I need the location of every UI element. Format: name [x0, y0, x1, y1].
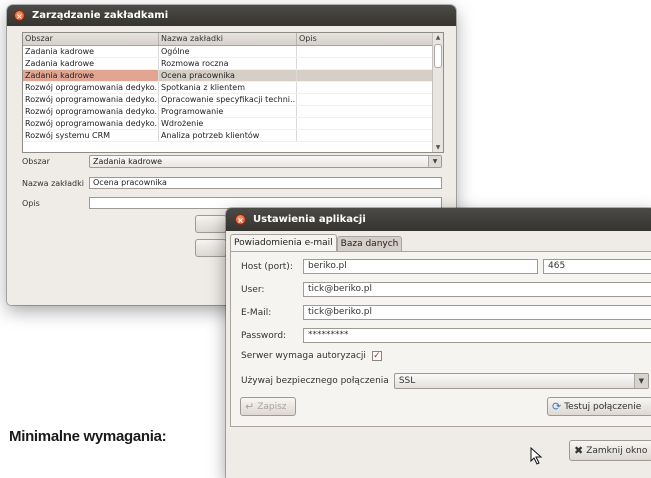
area-select[interactable]: Zadania kadrowe ▼ [89, 155, 442, 168]
cell-description [297, 58, 433, 69]
email-label: E-Mail: [241, 307, 272, 318]
cell-description [297, 106, 433, 117]
column-header-area[interactable]: Obszar [23, 33, 159, 45]
cell-description [297, 70, 433, 81]
cell-area: Rozwój oprogramowania dedyko... [25, 118, 159, 129]
auth-row: Serwer wymaga autoryzacji ✓ [241, 351, 382, 361]
table-scrollbar[interactable]: ▲ ▼ [432, 33, 443, 152]
column-header-name[interactable]: Nazwa zakładki [159, 33, 297, 45]
scroll-up-icon[interactable]: ▲ [433, 34, 443, 41]
password-field[interactable]: ********* [303, 328, 651, 343]
cell-description [297, 130, 433, 141]
cell-name: Opracowanie specyfikacji techni... [161, 94, 297, 105]
cell-description [297, 94, 433, 105]
refresh-icon: ⟳ [552, 400, 562, 413]
table-row[interactable]: Zadania kadrowe Ogólne [23, 46, 443, 58]
app-settings-window: × Ustawienia aplikacji Powiadomienia e-m… [226, 208, 651, 478]
save-label: Zapisz [257, 401, 287, 412]
table-row[interactable]: Rozwój oprogramowania dedyko... Programow… [23, 106, 443, 118]
cell-name: Ocena pracownika [159, 70, 297, 81]
save-button[interactable]: ↵ Zapisz [240, 397, 296, 416]
table-row[interactable]: Rozwój systemu CRM Analiza potrzeb klient… [23, 130, 443, 142]
host-row: Host (port): beriko.pl 465 [241, 259, 651, 274]
user-field[interactable]: tick@beriko.pl [303, 282, 651, 297]
cell-name: Wdrożenie [159, 118, 297, 129]
mouse-cursor-icon [530, 447, 543, 465]
cell-area: Rozwój systemu CRM [23, 130, 159, 141]
scrollbar-thumb[interactable] [434, 44, 442, 68]
tab-database[interactable]: Baza danych [336, 236, 403, 252]
cell-area: Rozwój oprogramowania dedyko... [25, 106, 159, 117]
area-select-value: Zadania kadrowe [93, 157, 163, 166]
auth-label: Serwer wymaga autoryzacji [241, 351, 366, 361]
bookmark-name-field[interactable]: Ocena pracownika [89, 177, 442, 189]
bookmarks-table[interactable]: Obszar Nazwa zakładki Opis Zadania kadro… [22, 32, 444, 153]
cell-area: Zadania kadrowe [23, 70, 159, 81]
table-header: Obszar Nazwa zakładki Opis [23, 33, 443, 46]
cell-name: Analiza potrzeb klientów [159, 130, 297, 141]
name-row: Nazwa zakładki Ocena pracownika [22, 177, 442, 189]
settings-tabs: Powiadomienia e-mail Baza danych [230, 234, 403, 252]
column-header-description[interactable]: Opis [297, 33, 433, 45]
window-title: Ustawienia aplikacji [253, 214, 366, 225]
name-label: Nazwa zakładki [22, 178, 84, 188]
checkmark-icon: ✓ [373, 351, 381, 361]
window-title: Zarządzanie zakładkami [32, 10, 169, 21]
secure-select[interactable]: SSL ▼ [393, 373, 649, 389]
email-settings-panel: Host (port): beriko.pl 465 User: tick@be… [230, 251, 651, 427]
email-row: E-Mail: tick@beriko.pl [241, 305, 651, 320]
close-window-icon[interactable]: × [14, 10, 25, 21]
cell-name: Programowanie [159, 106, 297, 117]
cell-description [297, 118, 433, 129]
area-row: Obszar Zadania kadrowe ▼ [22, 155, 442, 168]
close-window-button[interactable]: ✖ Zamknij okno [569, 440, 651, 461]
host-label: Host (port): [241, 261, 293, 272]
secure-select-value: SSL [398, 376, 416, 386]
table-row[interactable]: Zadania kadrowe Rozmowa roczna [23, 58, 443, 70]
cell-name: Rozmowa roczna [159, 58, 297, 69]
user-row: User: tick@beriko.pl [241, 282, 651, 297]
secure-row: Używaj bezpiecznego połączenia SSL ▼ [241, 373, 649, 389]
port-field[interactable]: 465 [543, 259, 651, 274]
auth-checkbox[interactable]: ✓ [371, 351, 382, 361]
cell-description [297, 82, 433, 93]
tab-email-notifications[interactable]: Powiadomienia e-mail [230, 234, 337, 252]
chevron-down-icon[interactable]: ▼ [633, 374, 648, 388]
area-label: Obszar [22, 157, 50, 166]
cell-area: Zadania kadrowe [23, 58, 159, 69]
password-label: Password: [241, 330, 287, 341]
titlebar: × Zarządzanie zakładkami [7, 5, 456, 26]
cell-area: Rozwój oprogramowania dedyko... [25, 82, 159, 93]
table-row[interactable]: Rozwój oprogramowania dedyko... Spotkania… [23, 82, 443, 94]
close-icon: ✖ [574, 444, 584, 457]
cell-name: Ogólne [159, 46, 297, 57]
secure-label: Używaj bezpiecznego połączenia [241, 376, 389, 386]
host-field[interactable]: beriko.pl [303, 259, 538, 274]
test-connection-button[interactable]: ⟳ Testuj połączenie [547, 397, 651, 416]
action-button-2[interactable] [195, 239, 227, 257]
scroll-down-icon[interactable]: ▼ [433, 144, 443, 151]
table-row[interactable]: Zadania kadrowe Ocena pracownika [23, 70, 443, 82]
close-window-label: Zamknij okno [586, 445, 648, 456]
user-label: User: [241, 284, 265, 295]
cell-name: Spotkania z klientem [159, 82, 297, 93]
table-body: Zadania kadrowe Ogólne Zadania kadrowe Rozm… [23, 46, 443, 142]
action-button-1[interactable] [195, 215, 227, 233]
titlebar: × Ustawienia aplikacji [226, 208, 651, 231]
password-row: Password: ********* [241, 328, 651, 343]
enter-arrow-icon: ↵ [245, 400, 255, 413]
close-window-icon[interactable]: × [235, 214, 246, 225]
cell-area: Rozwój oprogramowania dedyko... [25, 94, 159, 105]
table-row[interactable]: Rozwój oprogramowania dedyko... Wdrożenie [23, 118, 443, 130]
cell-area: Zadania kadrowe [23, 46, 159, 57]
table-row[interactable]: Rozwój oprogramowania dedyko... Opracowan… [23, 94, 443, 106]
email-field[interactable]: tick@beriko.pl [303, 305, 651, 320]
test-connection-label: Testuj połączenie [564, 401, 642, 412]
chevron-down-icon[interactable]: ▼ [428, 156, 441, 167]
description-label: Opis [22, 198, 40, 208]
caption-heading: Minimalne wymagania: [9, 428, 167, 445]
cell-description [297, 46, 433, 57]
